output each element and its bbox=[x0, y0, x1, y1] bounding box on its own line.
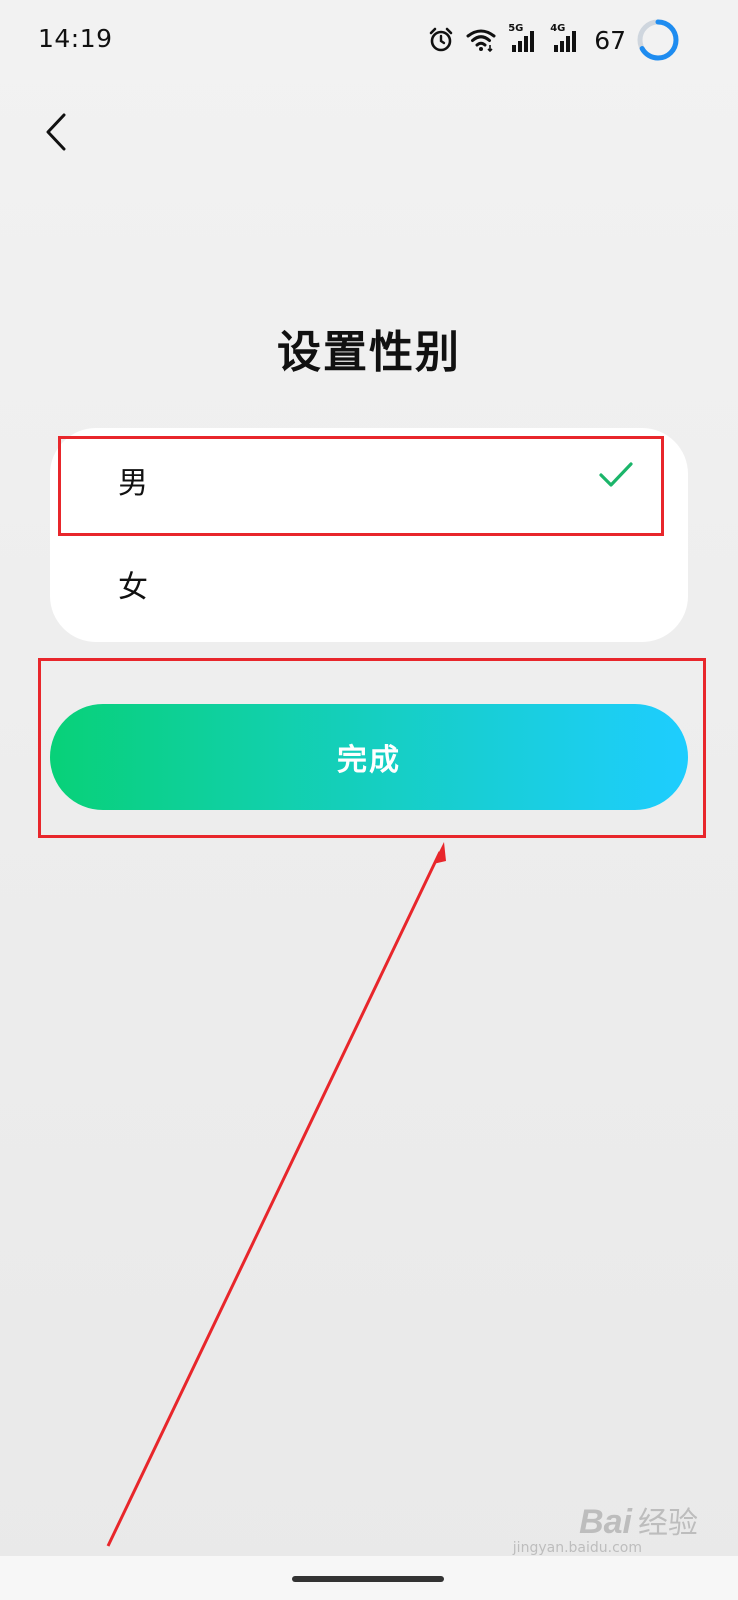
status-time: 14:19 bbox=[38, 24, 113, 53]
battery-level: 67 bbox=[594, 25, 626, 55]
watermark-logo: Bai bbox=[579, 1503, 632, 1541]
chevron-left-icon bbox=[46, 113, 66, 151]
status-bar: 14:19 5G 4G 67 bbox=[0, 0, 738, 80]
baidu-watermark: Bai 经验 bbox=[579, 1498, 698, 1542]
wifi-icon bbox=[466, 28, 496, 52]
signal-4g-label: 4G bbox=[550, 23, 566, 34]
page-title: 设置性别 bbox=[277, 327, 461, 378]
watermark-text: 经验 bbox=[638, 1506, 698, 1541]
alarm-icon bbox=[428, 27, 454, 53]
signal-5g-icon: 5G bbox=[508, 23, 538, 53]
gender-option-label: 女 bbox=[118, 570, 148, 605]
home-indicator[interactable] bbox=[292, 1576, 444, 1582]
battery-ring-icon bbox=[636, 18, 680, 62]
annotation-box-male bbox=[58, 436, 664, 536]
status-icons: 5G 4G 67 bbox=[428, 20, 626, 60]
signal-4g-icon: 4G bbox=[550, 23, 580, 53]
back-button[interactable] bbox=[36, 110, 76, 154]
signal-5g-label: 5G bbox=[508, 23, 524, 34]
watermark-url: jingyan.baidu.com bbox=[512, 1540, 642, 1556]
annotation-box-done bbox=[38, 658, 706, 838]
gender-option-female[interactable]: 女 bbox=[50, 532, 688, 636]
